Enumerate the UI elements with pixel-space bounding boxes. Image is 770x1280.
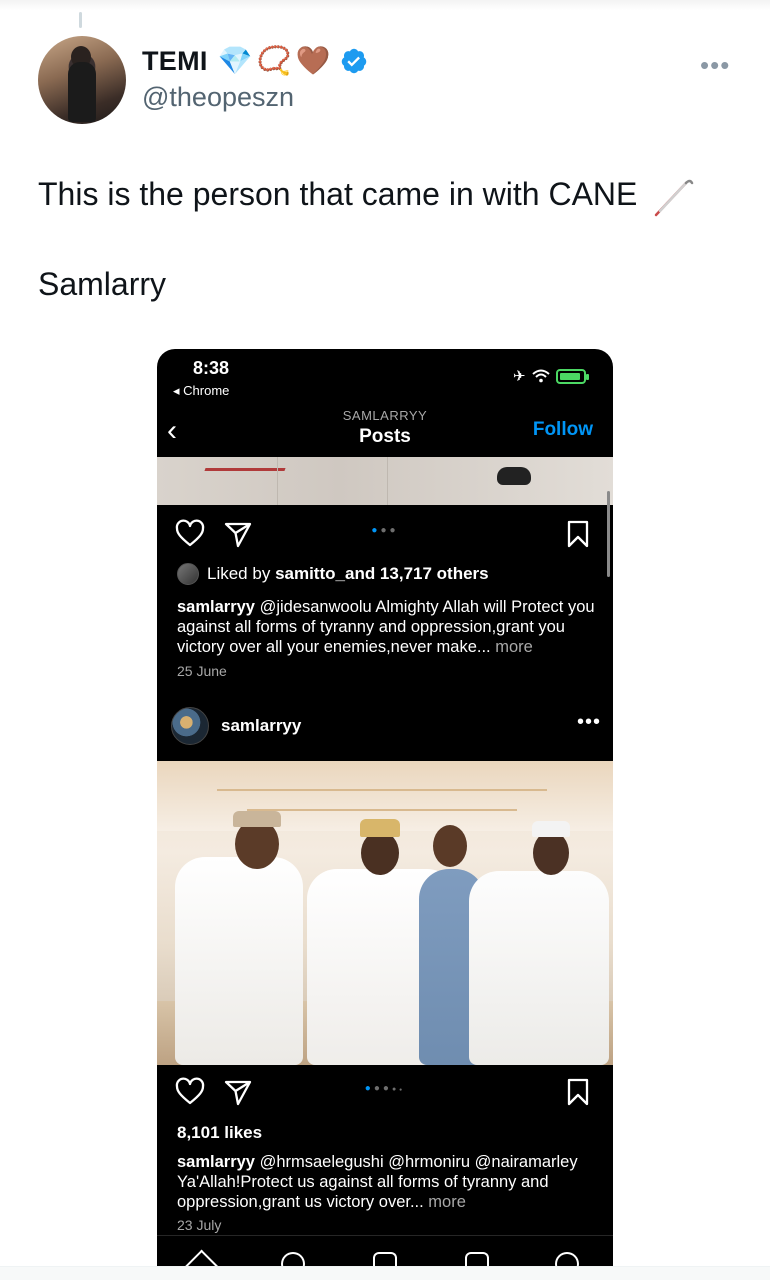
white-cane-emoji-icon (655, 179, 694, 216)
post1-likes-row[interactable]: Liked by samitto_ and 13,717 others (177, 563, 489, 585)
person-2-head (361, 831, 399, 875)
prayer-beads-emoji-icon: 📿 (256, 44, 292, 77)
person-1-cap (233, 811, 281, 827)
caption-more-link[interactable]: more (424, 1193, 466, 1211)
post1-carousel-dots: ●●● (157, 525, 613, 536)
tweet-text: This is the person that came in with CAN… (38, 176, 638, 212)
post2-likes[interactable]: 8,101 likes (177, 1123, 262, 1143)
post-author-avatar[interactable] (171, 707, 209, 745)
top-fade (0, 0, 770, 10)
ceiling-light-line (247, 809, 517, 811)
caption-more-link[interactable]: more (491, 638, 533, 656)
liked-by-count[interactable]: and 13,717 others (345, 564, 489, 584)
handle[interactable]: @theopeszn (142, 82, 294, 113)
carousel-dot: ● (373, 1083, 383, 1094)
post2-date: 23 July (177, 1217, 222, 1233)
liked-by-user[interactable]: samitto_ (275, 564, 345, 584)
tweet-text-line-2: Samlarry (38, 266, 167, 302)
status-time: 8:38 (193, 358, 230, 378)
caption-username[interactable]: samlarryy (177, 1153, 255, 1171)
post2-carousel-dots: ●●●●● (157, 1083, 613, 1094)
status-back-to-app[interactable]: ◂ Chrome (173, 383, 229, 399)
carousel-dot: ● (399, 1087, 406, 1093)
more-options-icon[interactable]: ••• (700, 50, 730, 81)
post2-header: samlarryy ••• (171, 707, 601, 745)
wifi-icon (531, 369, 550, 383)
carousel-dot-active: ● (364, 1083, 374, 1094)
carousel-dot: ● (389, 525, 399, 536)
shoe (497, 467, 531, 485)
floor-tile-line (277, 457, 278, 505)
person-2-cap (360, 819, 400, 837)
status-icons: ✈ (513, 367, 589, 385)
caption-username[interactable]: samlarryy (177, 598, 255, 616)
verified-badge-icon (342, 48, 367, 74)
post-options-icon[interactable]: ••• (577, 711, 601, 734)
person-4-cap (532, 821, 570, 837)
liker-avatar (177, 563, 199, 585)
attached-screenshot[interactable]: 8:38 ◂ Chrome ✈ ‹ SAMLARRYY Posts Follow… (157, 349, 613, 1280)
tweet-text-line-1: This is the person that came in with CAN… (38, 172, 738, 219)
airplane-mode-icon: ✈ (513, 368, 526, 385)
follow-button[interactable]: Follow (533, 419, 593, 441)
post1-caption: samlarryy @jidesanwoolu Almighty Allah w… (177, 597, 602, 657)
ceiling-light-line (217, 789, 547, 791)
avatar-figure (68, 62, 96, 122)
post-author-username[interactable]: samlarryy (221, 716, 301, 736)
gem-emoji-icon: 💎 (217, 44, 253, 77)
thread-connector-line (79, 12, 82, 28)
author-name-row: TEMI 💎 📿 🤎 (142, 42, 368, 80)
carousel-dot: ● (382, 1083, 392, 1094)
previous-post-photo[interactable] (157, 457, 613, 505)
bottom-edge (0, 1266, 770, 1280)
person-3-head (433, 825, 467, 867)
person-4 (469, 871, 609, 1065)
brown-heart-emoji-icon: 🤎 (295, 44, 331, 77)
post1-date: 25 June (177, 663, 227, 679)
battery-charging-icon (555, 368, 589, 384)
post2-caption: samlarryy @hrmsaelegushi @hrmoniru @nair… (177, 1152, 602, 1212)
display-name[interactable]: TEMI (142, 46, 208, 77)
post2-photo[interactable] (157, 761, 613, 1065)
avatar[interactable] (38, 36, 126, 124)
person-4-head (533, 831, 569, 875)
carousel-dot: ● (380, 525, 390, 536)
floor-tile-line (387, 457, 388, 505)
liked-by-prefix: Liked by (207, 564, 271, 583)
person-1 (175, 857, 303, 1065)
